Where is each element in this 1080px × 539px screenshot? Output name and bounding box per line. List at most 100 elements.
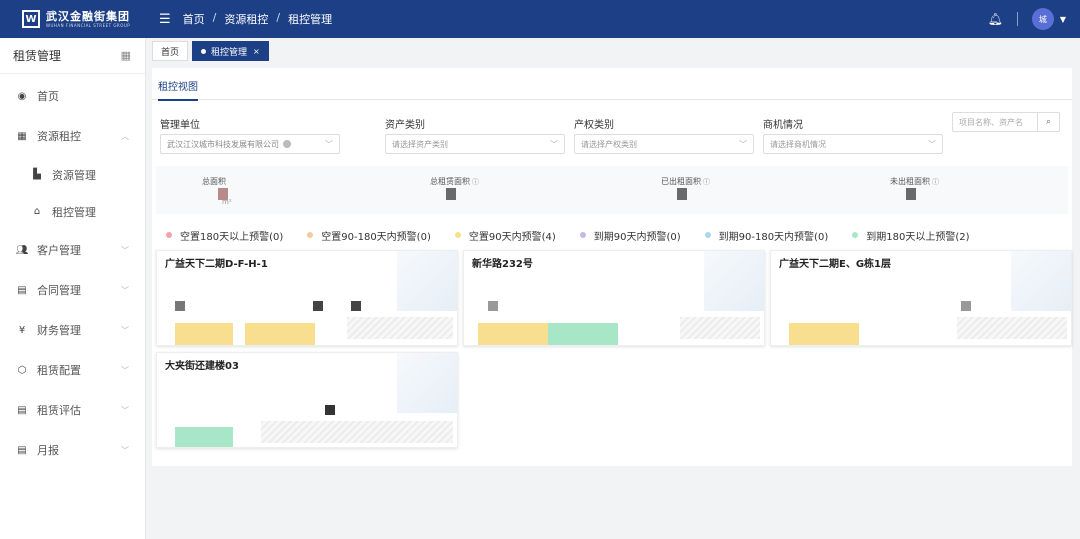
room-unknown[interactable] xyxy=(957,317,1067,339)
info-icon[interactable]: ⓘ xyxy=(932,178,939,186)
legend-item[interactable]: 空置180天以上预警(0) xyxy=(166,228,283,243)
breadcrumb-home[interactable]: 首页 xyxy=(183,11,205,27)
tab-rent-view[interactable]: 租控视图 xyxy=(158,78,198,101)
legend-item[interactable]: 空置90天内预警(4) xyxy=(454,228,556,243)
sidebar-header: 租赁管理 ▦ xyxy=(0,38,145,74)
chevron-down-icon: ﹀ xyxy=(325,139,333,149)
card-title: 新华路232号 xyxy=(472,259,533,270)
room-unknown[interactable] xyxy=(680,317,760,339)
redacted-block xyxy=(175,301,185,311)
chevron-up-icon: ︿ xyxy=(121,131,129,141)
evaluation-icon: ▤ xyxy=(17,404,27,416)
sidebar-item-monthly-report[interactable]: ▤ 月报 ﹀ xyxy=(0,430,145,470)
property-card[interactable]: 大夹街还建楼03 xyxy=(156,352,458,448)
legend-item[interactable]: 到期180天以上预警(2) xyxy=(852,228,970,243)
chevron-down-icon: ﹀ xyxy=(121,245,129,255)
tab-home[interactable]: 首页 xyxy=(152,41,189,61)
redacted-block xyxy=(961,301,971,311)
room-unknown[interactable] xyxy=(347,317,453,339)
menu-fold-icon[interactable]: ☰ xyxy=(159,12,171,27)
grid-icon: ▦ xyxy=(17,130,27,142)
chevron-down-icon: ﹀ xyxy=(121,365,129,375)
tab-label: 租控管理 xyxy=(211,47,248,58)
sidebar-item-finance[interactable]: ¥ 财务管理 ﹀ xyxy=(0,310,145,350)
caret-down-icon[interactable]: ▼ xyxy=(1060,15,1066,24)
sidebar-item-config[interactable]: ⬡ 租赁配置 ﹀ xyxy=(0,350,145,390)
filter-label: 产权类别 xyxy=(574,120,614,131)
chevron-down-icon: ﹀ xyxy=(550,139,558,149)
property-card[interactable]: 广益天下二期D-F-H-1 xyxy=(156,250,458,346)
info-icon[interactable]: ⓘ xyxy=(472,178,479,186)
avatar[interactable]: 城 xyxy=(1031,8,1054,30)
report-icon: ▤ xyxy=(17,444,27,456)
search-icon[interactable]: ⌕ xyxy=(1037,113,1059,131)
property-right-select[interactable]: 请选择产权类别 ﹀ xyxy=(574,134,754,154)
tab-rent-control[interactable]: 租控管理 × xyxy=(192,41,269,61)
asset-select[interactable]: 请选择资产类别 ﹀ xyxy=(385,134,565,154)
chevron-down-icon: ﹀ xyxy=(121,445,129,455)
room-vacant-90[interactable] xyxy=(175,323,233,345)
asset-select-placeholder: 请选择资产类别 xyxy=(392,139,448,149)
building-icon: ▙ xyxy=(33,169,41,180)
active-dot-icon xyxy=(201,48,207,54)
unit-select-value: 武汉江汉城市科技发展有限公司 xyxy=(167,139,279,149)
sidebar-item-resource-management[interactable]: ▙ 资源管理 xyxy=(0,156,145,193)
sidebar-item-label: 租赁评估 xyxy=(37,404,81,417)
sidebar-item-customers[interactable]: 👥︎ 客户管理 ﹀ xyxy=(0,230,145,270)
sidebar: 租赁管理 ▦ ◉ 首页 ▦ 资源租控 ︿ ▙ 资源管理 ⌂ 租控管理 👥︎ 客户… xyxy=(0,38,146,539)
logo-subtext: WUHAN FINANCIAL STREET GROUP xyxy=(46,22,131,28)
room-vacant-90[interactable] xyxy=(789,323,859,345)
bell-icon[interactable]: 🔔︎ xyxy=(988,12,1003,26)
sidebar-item-label: 资源管理 xyxy=(52,168,96,182)
stats-bar: 总面积 m² 总租赁面积 ⓘ 已出租面积 ⓘ 未出租面积 ⓘ xyxy=(156,166,1068,214)
stat-label: 已出租面积 xyxy=(661,177,701,186)
property-card[interactable]: 广益天下二期E、G栋1层 xyxy=(770,250,1072,346)
sidebar-item-evaluation[interactable]: ▤ 租赁评估 ﹀ xyxy=(0,390,145,430)
legend-item[interactable]: 到期90-180天内预警(0) xyxy=(704,228,828,243)
sidebar-item-contracts[interactable]: ▤ 合同管理 ﹀ xyxy=(0,270,145,310)
room-expire-180[interactable] xyxy=(175,427,233,447)
yen-icon: ¥ xyxy=(18,324,26,336)
room-vacant-90[interactable] xyxy=(478,323,548,345)
legend-item[interactable]: 空置90-180天内预警(0) xyxy=(307,228,431,243)
business-select[interactable]: 请选择商机情况 ﹀ xyxy=(763,134,943,154)
legend-item[interactable]: 到期90天内预警(0) xyxy=(579,228,681,243)
property-right-placeholder: 请选择产权类别 xyxy=(581,139,637,149)
app-grid-icon[interactable]: ▦ xyxy=(121,49,131,62)
info-icon[interactable]: ⓘ xyxy=(703,178,710,186)
stat-value-redacted xyxy=(906,188,916,200)
stat-unit: m² xyxy=(222,198,232,206)
logo-mark: W xyxy=(22,10,40,28)
unit-select[interactable]: 武汉江汉城市科技发展有限公司 ﹀ xyxy=(160,134,340,154)
home-icon: ⌂ xyxy=(33,206,41,217)
sidebar-title: 租赁管理 xyxy=(13,49,62,63)
business-select-placeholder: 请选择商机情况 xyxy=(770,139,826,149)
room-vacant-90[interactable] xyxy=(245,323,315,345)
legend-label: 空置90-180天内预警(0) xyxy=(321,231,431,243)
search-input[interactable]: 项目名称、资产名 xyxy=(953,117,1037,128)
chevron-down-icon: ﹀ xyxy=(121,285,129,295)
legend-dot xyxy=(579,232,586,238)
stat-label: 总面积 xyxy=(202,177,226,186)
stat-label: 未出租面积 xyxy=(890,177,930,186)
card-decoration xyxy=(397,353,457,413)
breadcrumb-resource[interactable]: 资源租控 xyxy=(224,11,268,27)
legend-dot xyxy=(307,232,314,238)
sidebar-item-label: 客户管理 xyxy=(37,244,81,257)
chevron-down-icon: ﹀ xyxy=(739,139,747,149)
card-decoration xyxy=(704,251,764,311)
sidebar-item-resource-control[interactable]: ▦ 资源租控 ︿ xyxy=(0,116,145,156)
close-icon[interactable]: × xyxy=(253,47,260,56)
card-title: 大夹街还建楼03 xyxy=(165,361,239,372)
room-unknown[interactable] xyxy=(261,421,453,443)
redacted-block xyxy=(351,301,361,311)
filter-asset: 资产类别 请选择资产类别 ﹀ xyxy=(385,116,565,154)
sidebar-item-rent-control[interactable]: ⌂ 租控管理 xyxy=(0,193,145,230)
room-expire-180[interactable] xyxy=(548,323,618,345)
clear-icon[interactable] xyxy=(283,140,291,148)
legend-dot xyxy=(704,232,711,238)
sidebar-item-home[interactable]: ◉ 首页 xyxy=(0,76,145,116)
property-card[interactable]: 新华路232号 xyxy=(463,250,765,346)
legend-dot xyxy=(166,232,172,238)
legend-dot xyxy=(454,232,461,238)
